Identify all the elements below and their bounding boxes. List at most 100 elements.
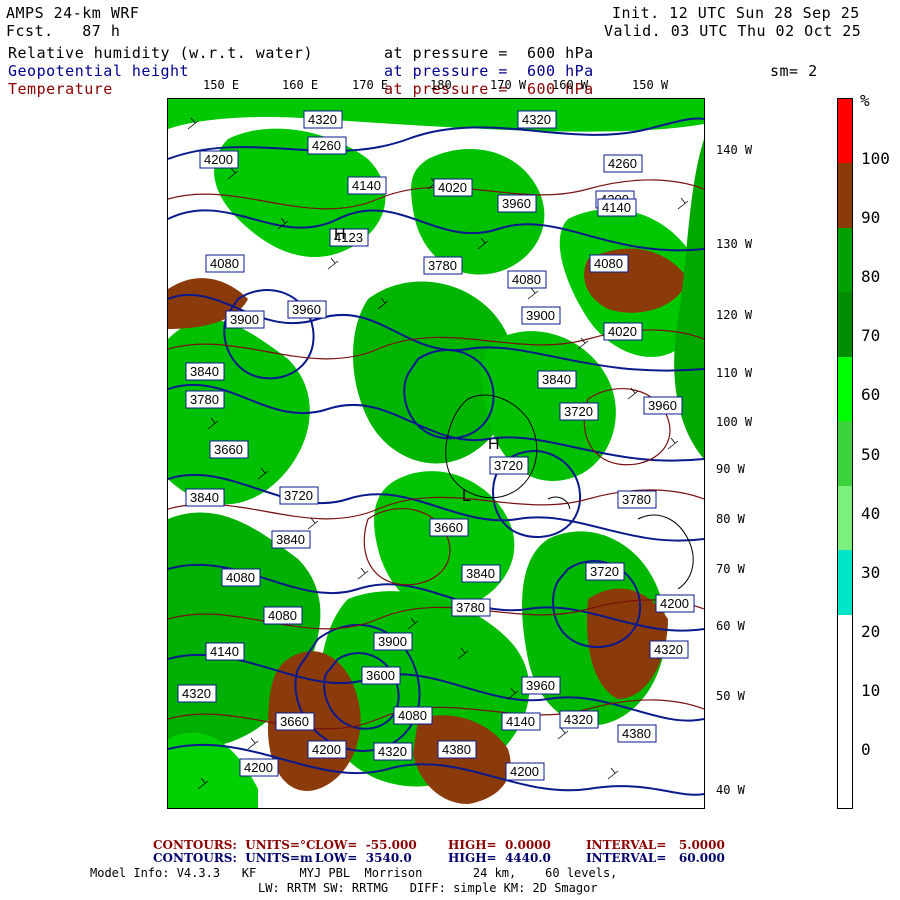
height-label: 3960 — [648, 398, 677, 413]
height-label: 4200 — [312, 742, 341, 757]
height-label: 3960 — [292, 302, 321, 317]
height-label-box: 3720 — [279, 486, 319, 505]
lat-label: 90 W — [716, 462, 745, 476]
height-label-box: 4140 — [347, 176, 387, 195]
height-label-box: 3780 — [423, 256, 463, 275]
height-label: 4020 — [438, 180, 467, 195]
lat-label: 60 W — [716, 619, 745, 633]
colorbar-label: 90 — [861, 208, 881, 227]
lat-label: 70 W — [716, 562, 745, 576]
height-label-box: 3960 — [521, 676, 561, 695]
height-label: 3660 — [280, 714, 309, 729]
height-label: 4080 — [594, 256, 623, 271]
height-label-box: 3600 — [361, 666, 401, 685]
colorbar — [837, 98, 853, 809]
colorbar-unit: % — [860, 91, 870, 110]
temp-contour-units: CONTOURS: UNITS=°C — [153, 838, 316, 852]
lon-label: 150 W — [632, 78, 669, 92]
height-label: 3900 — [230, 312, 259, 327]
high-symbol: H — [488, 436, 500, 453]
colorbar-label: 70 — [861, 326, 881, 345]
wind-barb — [327, 257, 339, 270]
height-label-box: 3660 — [209, 440, 249, 459]
lon-label: 150 E — [203, 78, 240, 92]
height-label: 4320 — [564, 712, 593, 727]
lon-label: 170 W — [490, 78, 527, 92]
height-label-box: 4260 — [307, 136, 347, 155]
colorbar-segment — [838, 99, 852, 164]
height-label: 4020 — [608, 324, 637, 339]
colorbar-label: 100 — [861, 149, 890, 168]
height-label-box: 4080 — [205, 254, 245, 273]
lon-label: 160 E — [282, 78, 319, 92]
height-label: 3960 — [502, 196, 531, 211]
lat-label: 130 W — [716, 237, 753, 251]
colorbar-label: 40 — [861, 504, 881, 523]
lat-label: 50 W — [716, 689, 745, 703]
height-label-box: 3840 — [271, 530, 311, 549]
height-label: 3720 — [284, 488, 313, 503]
height-label-box: 4020 — [433, 178, 473, 197]
height-label: 4380 — [442, 742, 471, 757]
colorbar-segment — [838, 227, 852, 293]
field3-name: Temperature — [8, 80, 113, 98]
height-label-box: 4380 — [617, 724, 657, 743]
height-label: 3660 — [434, 520, 463, 535]
height-label-box: 4200 — [199, 150, 239, 169]
height-label-box: 3840 — [185, 362, 225, 381]
colorbar-segment — [838, 356, 852, 422]
height-label: 3780 — [190, 392, 219, 407]
height-label-box: 3840 — [461, 564, 501, 583]
height-label-box: 4380 — [437, 740, 477, 759]
height-label: 4200 — [510, 764, 539, 779]
height-label: 3660 — [214, 442, 243, 457]
wind-barb — [357, 567, 369, 580]
colorbar-label: 60 — [861, 385, 881, 404]
colorbar-segment — [838, 421, 852, 486]
height-label: 4140 — [602, 200, 631, 215]
height-label: 3840 — [466, 566, 495, 581]
height-label: 4140 — [210, 644, 239, 659]
height-label: 4080 — [398, 708, 427, 723]
height-label-box: 4080 — [221, 568, 261, 587]
height-label-box: 4320 — [649, 640, 689, 659]
field1-name: Relative humidity (w.r.t. water) — [8, 44, 313, 62]
height-label: 4080 — [210, 256, 239, 271]
height-label-box: 3900 — [521, 306, 561, 325]
height-label-box: 3660 — [275, 712, 315, 731]
height-label-box: 3780 — [451, 598, 491, 617]
height-label-box: 3840 — [537, 370, 577, 389]
lon-label: 160 W — [552, 78, 589, 92]
lat-label: 110 W — [716, 366, 753, 380]
height-label-box: 4320 — [177, 684, 217, 703]
colorbar-label: 20 — [861, 622, 881, 641]
height-label: 4080 — [512, 272, 541, 287]
temp-contour-interval: INTERVAL= 5.0000 — [586, 838, 725, 852]
forecast-hour: Fcst. 87 h — [6, 22, 121, 40]
height-label: 4380 — [622, 726, 651, 741]
height-label: 3960 — [526, 678, 555, 693]
lat-label: 80 W — [716, 512, 745, 526]
height-label-box: 4140 — [597, 198, 637, 217]
height-label-box: 4200 — [239, 758, 279, 777]
colorbar-label: 10 — [861, 681, 881, 700]
height-label: 4320 — [378, 744, 407, 759]
height-label-box: 3720 — [489, 456, 529, 475]
temp-contour-low: LOW= -55.000 — [315, 838, 417, 852]
valid-time: Valid. 03 UTC Thu 02 Oct 25 — [604, 22, 862, 40]
field1-pressure: at pressure = 600 hPa — [384, 44, 594, 62]
height-label-box: 3900 — [225, 310, 265, 329]
lon-label: 170 E — [352, 78, 389, 92]
height-label-box: 4200 — [655, 594, 695, 613]
physics-info: LW: RRTM SW: RRTMG DIFF: simple KM: 2D S… — [258, 881, 598, 895]
lat-label: 40 W — [716, 783, 745, 797]
height-label: 3900 — [526, 308, 555, 323]
height-label: 3840 — [190, 364, 219, 379]
humidity-patch — [168, 99, 704, 132]
height-contour-units: CONTOURS: UNITS=m — [153, 851, 313, 865]
height-label-box: 3960 — [643, 396, 683, 415]
smoothing-label: sm= 2 — [770, 62, 818, 80]
height-label: 3720 — [564, 404, 593, 419]
height-label-box: 4080 — [589, 254, 629, 273]
height-label-box: 3780 — [185, 390, 225, 409]
